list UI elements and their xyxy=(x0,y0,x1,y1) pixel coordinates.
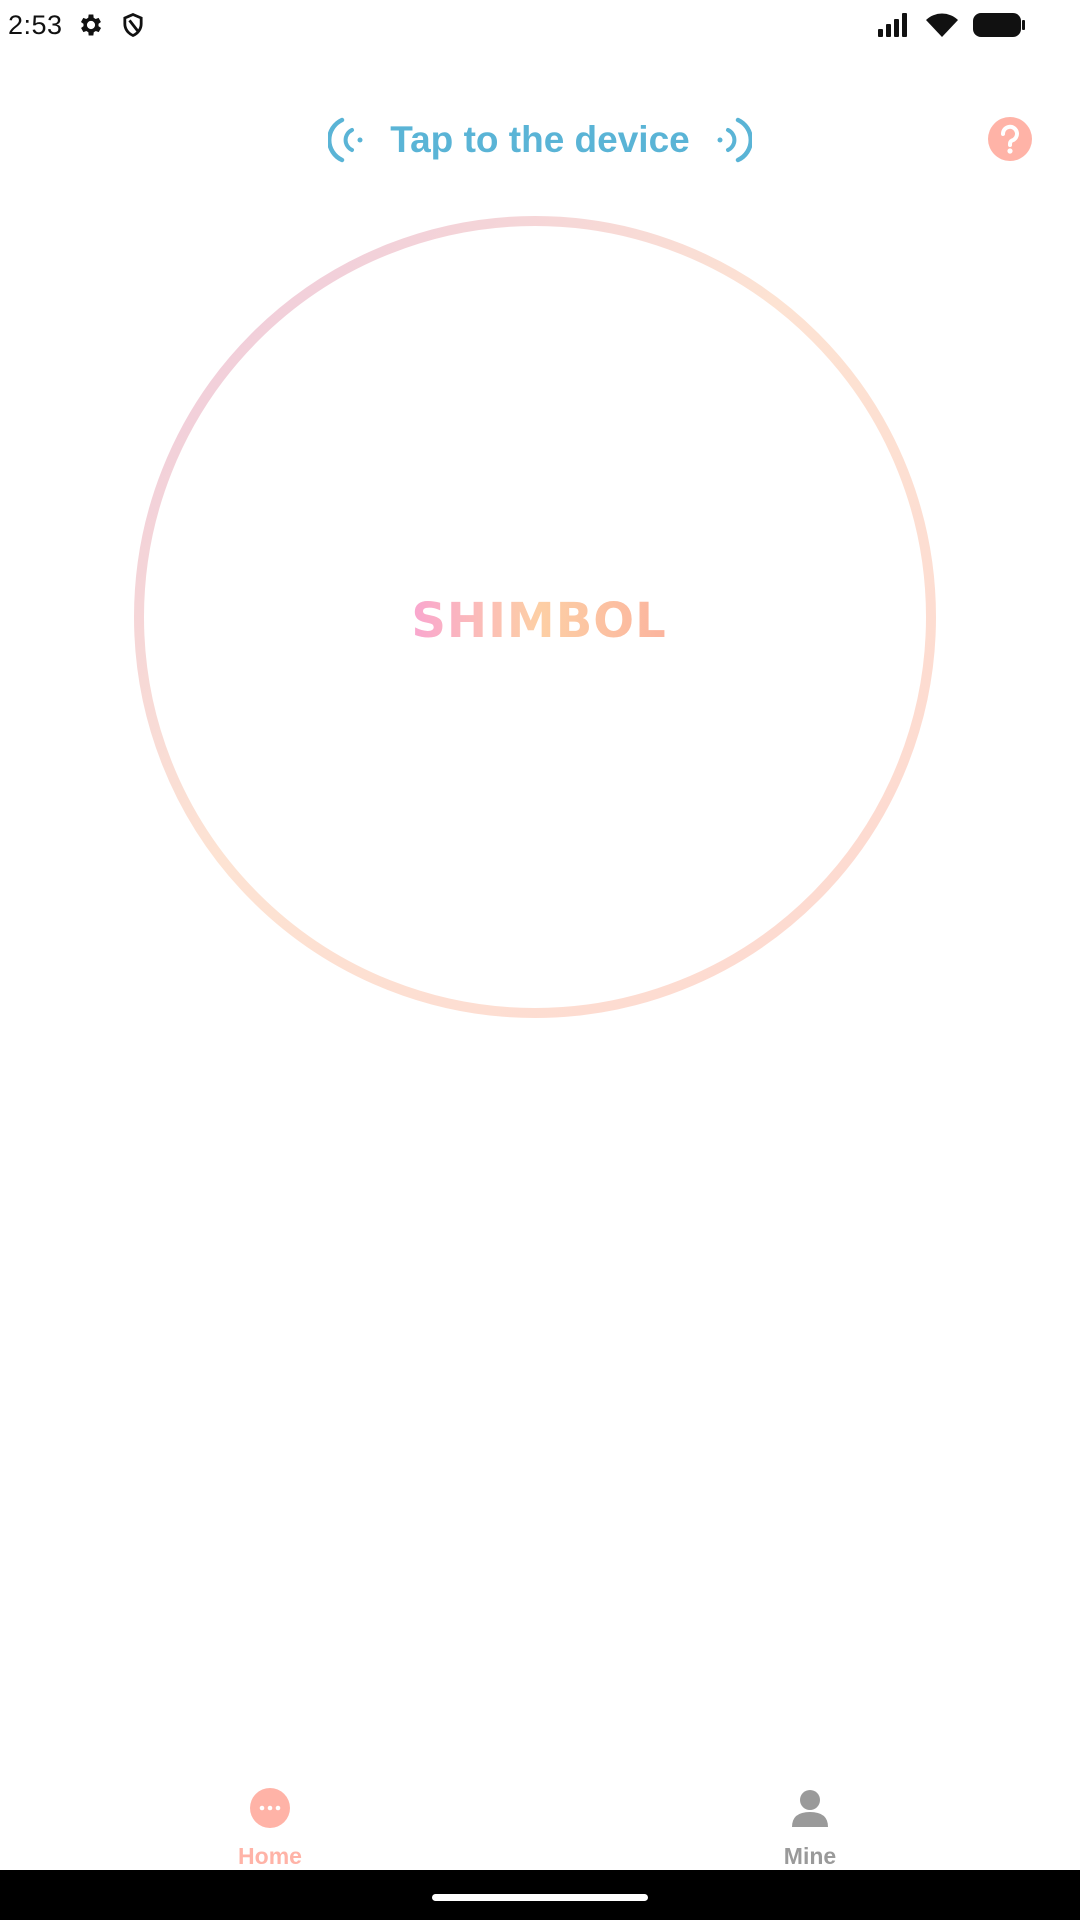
wifi-icon xyxy=(924,11,960,39)
nav-label-home: Home xyxy=(238,1843,302,1869)
nfc-wave-right-icon xyxy=(712,116,752,164)
gear-icon xyxy=(77,11,105,39)
app-screen: 2:53 Tap to the device SHIMBOL Home Mine xyxy=(0,0,1080,1920)
scan-ring[interactable]: SHIMBOL xyxy=(133,215,937,1019)
battery-icon xyxy=(972,11,1026,39)
help-button[interactable] xyxy=(988,117,1032,161)
brand-logo: SHIMBOL xyxy=(411,593,666,649)
nfc-wave-left-icon xyxy=(328,116,368,164)
bottom-nav: Home Mine xyxy=(0,1760,1080,1870)
system-gesture-bar xyxy=(0,1870,1080,1920)
signal-icon xyxy=(876,11,912,39)
home-gesture-handle[interactable] xyxy=(432,1894,648,1901)
status-time: 2:53 xyxy=(8,9,63,40)
status-right xyxy=(876,11,1026,39)
chat-dots-icon xyxy=(248,1786,292,1829)
user-icon xyxy=(788,1786,832,1829)
header: Tap to the device xyxy=(0,100,1080,180)
shield-icon xyxy=(119,11,147,39)
nav-label-mine: Mine xyxy=(783,1843,837,1869)
tap-title: Tap to the device xyxy=(390,119,690,160)
status-left: 2:53 xyxy=(8,10,147,41)
question-circle-icon xyxy=(997,124,1023,154)
nav-item-mine[interactable]: Mine xyxy=(710,1760,910,1870)
nav-item-home[interactable]: Home xyxy=(170,1760,370,1870)
tap-to-device-prompt: Tap to the device xyxy=(0,100,1080,180)
status-bar: 2:53 xyxy=(0,0,1080,50)
